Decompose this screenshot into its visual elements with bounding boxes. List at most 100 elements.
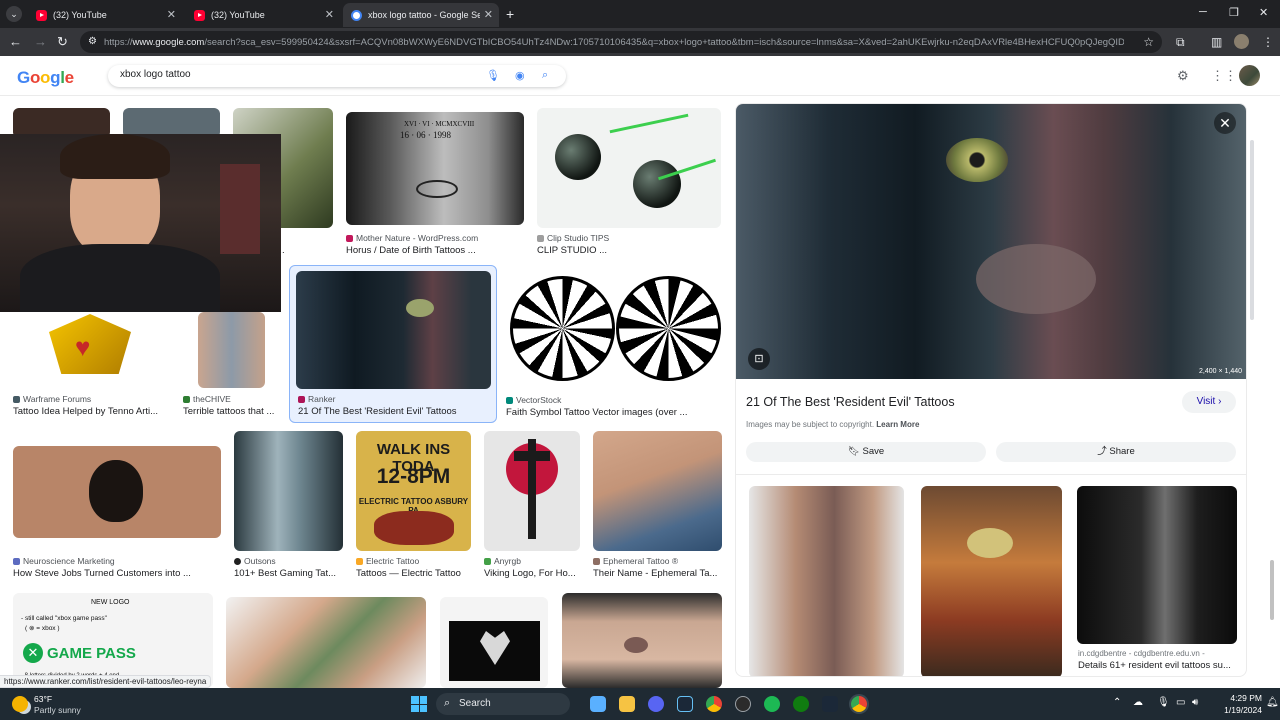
weather-icon[interactable] [12, 696, 28, 712]
chrome-icon[interactable] [706, 696, 722, 712]
microphone-icon[interactable]: 🎙︎ [1157, 697, 1170, 708]
spotify-icon[interactable] [764, 696, 780, 712]
source-favicon [13, 557, 20, 565]
address-bar[interactable]: ⚙ https://www.google.com/search?sca_esv=… [80, 31, 1162, 53]
search-icon[interactable]: ⌕ [542, 69, 548, 82]
result-title: Terrible tattoos that ... [183, 406, 275, 417]
taskbar-search[interactable]: ⌕ Search [436, 693, 570, 715]
account-avatar[interactable] [1239, 65, 1260, 86]
result-title: 101+ Best Gaming Tat... [234, 568, 337, 579]
tab-google-search[interactable]: xbox logo tattoo - Google Sear ✕ [343, 3, 499, 27]
copyright-notice: Images may be subject to copyright. Lear… [746, 420, 920, 429]
youtube-icon [36, 9, 47, 21]
side-panel-icon[interactable]: ▥ [1211, 35, 1222, 49]
tab-youtube-2[interactable]: (32) YouTube ✕ [186, 3, 340, 27]
discord-icon[interactable] [648, 696, 664, 712]
tab-search-button[interactable]: ⌄ [6, 6, 22, 22]
settings-gear-icon[interactable]: ⚙ [1177, 68, 1189, 84]
clock-date[interactable]: 1/19/2024 [1210, 705, 1262, 715]
image-result-game-pass-logo[interactable]: NEW LOGO - still called "xbox game pass"… [13, 593, 213, 688]
volume-icon[interactable]: 🔊︎ [1192, 697, 1198, 708]
microphone-icon[interactable]: 🎙 [486, 69, 500, 82]
result-thumbnail: WALK INS TODA 12-8PM ELECTRIC TATTOO ASB… [356, 431, 471, 551]
forward-icon[interactable]: → [34, 34, 47, 49]
start-button[interactable] [411, 696, 427, 712]
image-result-skin-tattoo[interactable] [562, 593, 722, 688]
notification-icon[interactable]: 🔔︎ [1266, 697, 1279, 708]
close-icon[interactable]: ✕ [484, 8, 493, 21]
result-thumbnail: NEW LOGO - still called "xbox game pass"… [13, 593, 213, 688]
image-result-ephemeral-tattoo[interactable]: Ephemeral Tattoo ® Their Name - Ephemera… [593, 431, 722, 579]
close-window-icon[interactable]: ✕ [1259, 6, 1268, 19]
cloud-icon[interactable]: ☁ [1133, 697, 1143, 708]
google-logo[interactable]: Google [17, 68, 74, 88]
panel-scrollbar[interactable] [1250, 140, 1254, 320]
steam-icon[interactable] [677, 696, 693, 712]
file-explorer-icon[interactable] [619, 696, 635, 712]
network-icon[interactable]: ▭ [1176, 697, 1185, 708]
close-icon[interactable]: ✕ [167, 8, 176, 21]
black-sun-symbol [616, 276, 721, 381]
clock-time[interactable]: 4:29 PM [1222, 693, 1262, 703]
menu-kebab-icon[interactable]: ⋮ [1262, 35, 1274, 49]
close-preview-button[interactable]: ✕ [1214, 112, 1236, 134]
result-title: CLIP STUDIO ... [537, 245, 608, 256]
visit-button[interactable]: Visit › [1182, 391, 1236, 413]
image-result-clip-studio[interactable]: Clip Studio TIPS CLIP STUDIO ... [537, 108, 721, 258]
page-scrollbar[interactable] [1270, 560, 1274, 620]
bookmark-star-icon[interactable]: ☆ [1143, 35, 1154, 49]
apps-grid-icon[interactable]: ⋮⋮ [1211, 68, 1237, 84]
app-icon-store[interactable] [590, 696, 606, 712]
reload-icon[interactable]: ↻ [57, 34, 68, 50]
related-image-1[interactable] [749, 486, 904, 676]
profile-avatar[interactable] [1234, 34, 1249, 49]
lens-search-icon[interactable]: ⊡ [748, 348, 770, 370]
result-source: Ranker [298, 394, 335, 404]
result-thumbnail: XVI · VI · MCMXCVIII 16 · 06 · 1998 [346, 112, 524, 225]
chevron-up-icon[interactable]: ⌃ [1113, 697, 1121, 708]
share-button[interactable]: ⤴ Share [996, 442, 1236, 462]
new-tab-button[interactable]: + [506, 6, 514, 22]
back-icon[interactable]: ← [9, 34, 22, 49]
image-result-resident-evil-selected[interactable]: Ranker 21 Of The Best 'Resident Evil' Ta… [289, 265, 497, 423]
image-result-horus-tattoo[interactable]: XVI · VI · MCMXCVIII 16 · 06 · 1998 Moth… [346, 112, 524, 258]
weather-temperature[interactable]: 63°F [34, 694, 52, 704]
learn-more-link[interactable]: Learn More [876, 420, 919, 429]
steam-icon[interactable] [822, 696, 838, 712]
result-source: Mother Nature - WordPress.com [346, 233, 478, 243]
weather-description[interactable]: Partly sunny [34, 705, 81, 715]
chrome-icon-active[interactable] [851, 696, 867, 712]
search-box: 🎙 ◉ ⌕ [108, 65, 566, 87]
save-button[interactable]: 🔖︎ Save [746, 442, 986, 462]
image-result-arm-tattoo[interactable] [226, 597, 426, 688]
site-info-icon[interactable]: ⚙ [88, 36, 97, 47]
preview-image[interactable]: ✕ ⊡ 2,400 × 1,440 [736, 104, 1246, 379]
minimize-icon[interactable]: ─ [1199, 6, 1207, 18]
image-result-thechive[interactable]: theCHIVE Terrible tattoos that ... [183, 312, 283, 422]
snake-drawing [374, 511, 454, 545]
image-result-warframe-tattoo[interactable]: ♥ Warframe Forums Tattoo Idea Helped by … [13, 312, 168, 422]
image-result-faith-symbol[interactable]: VectorStock Faith Symbol Tattoo Vector i… [506, 270, 722, 422]
image-text: - still called "xbox game pass" [21, 615, 107, 622]
related-title[interactable]: Details 61+ resident evil tattoos su... [1078, 660, 1238, 671]
image-text: NEW LOGO [91, 599, 130, 606]
image-result-gaming-tattoo[interactable]: Outsons 101+ Best Gaming Tat... [234, 431, 343, 579]
tab-youtube-1[interactable]: (32) YouTube ✕ [28, 3, 182, 27]
extensions-icon[interactable]: ⧉ [1176, 35, 1185, 50]
restore-icon[interactable]: ❐ [1229, 6, 1239, 19]
image-result-viking-logo[interactable]: Anyrgb Viking Logo, For Ho... [484, 431, 580, 579]
image-result-electric-tattoo[interactable]: WALK INS TODA 12-8PM ELECTRIC TATTOO ASB… [356, 431, 471, 579]
image-text: ( ⊗ = xbox ) [25, 625, 60, 632]
app-icon-obs[interactable] [735, 696, 751, 712]
source-favicon [13, 395, 20, 403]
image-result-wolf-logo[interactable] [440, 597, 548, 688]
related-image-3[interactable] [1077, 486, 1237, 644]
related-image-2[interactable] [921, 486, 1062, 676]
xbox-icon[interactable] [793, 696, 809, 712]
tattoo-hand [976, 244, 1096, 314]
google-lens-icon[interactable]: ◉ [515, 69, 525, 82]
close-icon[interactable]: ✕ [325, 8, 334, 21]
preview-title[interactable]: 21 Of The Best 'Resident Evil' Tattoos [746, 395, 955, 409]
image-result-apple-tattoo[interactable]: Neuroscience Marketing How Steve Jobs Tu… [13, 446, 221, 579]
search-input[interactable] [120, 69, 480, 80]
